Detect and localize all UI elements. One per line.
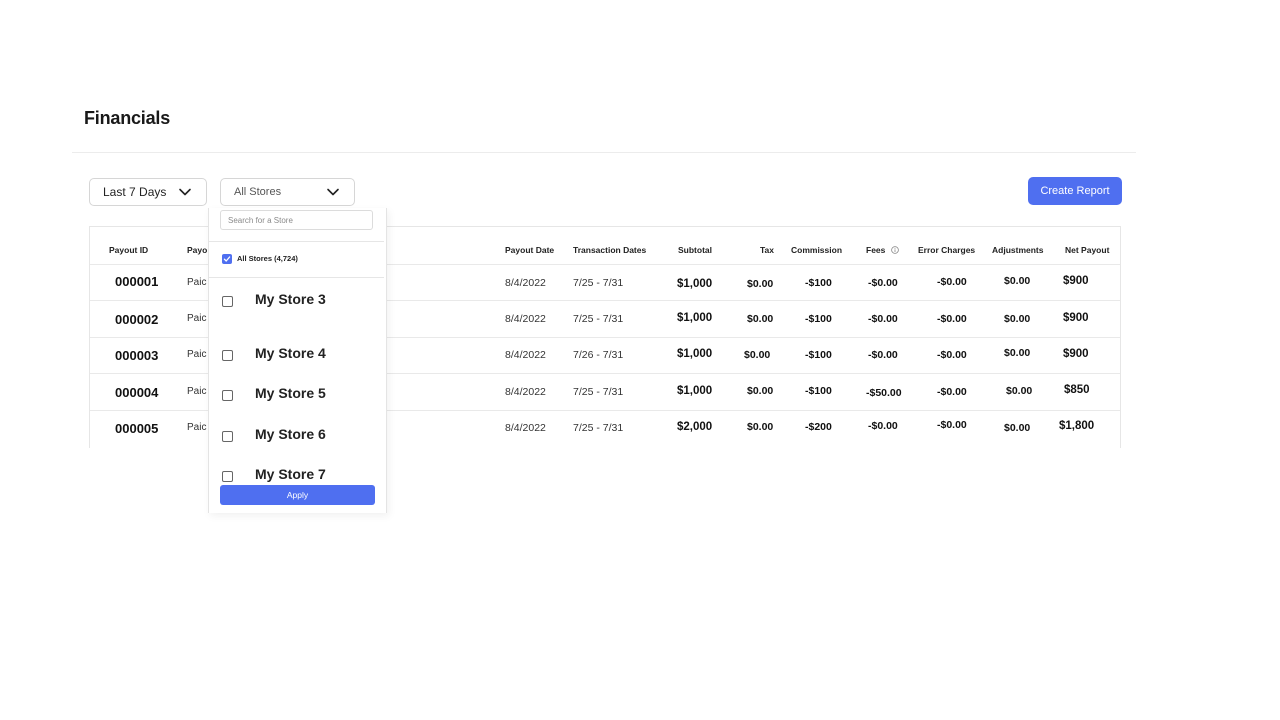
payout-status: Paic <box>187 349 207 360</box>
store-option[interactable]: My Store 6 <box>209 423 384 453</box>
store-label: My Store 3 <box>255 291 326 307</box>
fees: -$0.00 <box>868 313 898 325</box>
commission: -$100 <box>805 277 832 289</box>
payout-status: Paic <box>187 277 207 288</box>
commission: -$200 <box>805 421 832 433</box>
checkmark-icon <box>223 256 231 262</box>
header-tax[interactable]: Tax <box>760 245 774 255</box>
store-checkbox[interactable] <box>222 350 233 361</box>
adjustments: $0.00 <box>1006 385 1033 397</box>
transaction-dates: 7/25 - 7/31 <box>573 422 624 434</box>
adjustments: $0.00 <box>1004 275 1031 287</box>
header-subtotal[interactable]: Subtotal <box>678 245 712 255</box>
all-stores-checkbox[interactable] <box>222 254 232 264</box>
payout-id: 000001 <box>115 274 159 289</box>
transaction-dates: 7/25 - 7/31 <box>573 313 624 325</box>
adjustments: $0.00 <box>1004 347 1031 359</box>
fees: -$50.00 <box>866 387 902 399</box>
apply-button[interactable]: Apply <box>220 485 375 505</box>
tax: $0.00 <box>747 421 774 433</box>
store-label: My Store 6 <box>255 426 326 442</box>
tax: $0.00 <box>744 349 771 361</box>
subtotal: $1,000 <box>677 312 713 324</box>
store-option[interactable]: My Store 4 <box>209 342 384 372</box>
fees: -$0.00 <box>868 349 898 361</box>
header-status[interactable]: Payo <box>187 245 207 255</box>
adjustments: $0.00 <box>1004 313 1031 325</box>
header-payout-date[interactable]: Payout Date <box>505 245 554 255</box>
payout-id: 000002 <box>115 312 159 327</box>
subtotal: $1,000 <box>677 385 713 397</box>
store-label: My Store 5 <box>255 385 326 401</box>
error-charges: -$0.00 <box>937 386 967 398</box>
store-checkbox[interactable] <box>222 471 233 482</box>
all-stores-label: All Stores (4,724) <box>237 254 298 263</box>
store-label: My Store 4 <box>255 345 326 361</box>
net-payout: $900 <box>1063 348 1089 360</box>
header-error-charges[interactable]: Error Charges <box>918 245 975 255</box>
chevron-down-icon <box>327 188 339 196</box>
adjustments: $0.00 <box>1004 422 1031 434</box>
error-charges: -$0.00 <box>937 419 967 431</box>
payout-status: Paic <box>187 422 207 433</box>
store-option[interactable]: My Store 3 <box>209 288 384 318</box>
date-range-dropdown[interactable]: Last 7 Days <box>89 178 207 206</box>
tax: $0.00 <box>747 313 774 325</box>
payout-date: 8/4/2022 <box>505 349 546 361</box>
store-dropdown-panel: All Stores (4,724) My Store 3 My Store 4… <box>208 208 387 513</box>
payout-date: 8/4/2022 <box>505 313 546 325</box>
store-checkbox[interactable] <box>222 296 233 307</box>
tax: $0.00 <box>747 278 774 290</box>
create-report-button[interactable]: Create Report <box>1028 177 1122 205</box>
payout-id: 000005 <box>115 421 159 436</box>
dropdown-divider <box>209 277 384 278</box>
store-checkbox[interactable] <box>222 390 233 401</box>
payout-status: Paic <box>187 386 207 397</box>
store-option[interactable]: My Store 5 <box>209 382 384 412</box>
page-title: Financials <box>84 108 171 128</box>
store-search-input[interactable] <box>220 210 373 230</box>
payout-status: Paic <box>187 313 207 324</box>
payout-date: 8/4/2022 <box>505 277 546 289</box>
header-transaction-dates[interactable]: Transaction Dates <box>573 245 646 255</box>
subtotal: $2,000 <box>677 421 713 433</box>
header-net-payout[interactable]: Net Payout <box>1065 245 1109 255</box>
store-dropdown[interactable]: All Stores <box>220 178 355 206</box>
date-range-label: Last 7 Days <box>103 185 167 199</box>
commission: -$100 <box>805 313 832 325</box>
transaction-dates: 7/25 - 7/31 <box>573 386 624 398</box>
header-payout-id[interactable]: Payout ID <box>109 245 148 255</box>
payout-date: 8/4/2022 <box>505 386 546 398</box>
header-fees-label: Fees <box>866 245 886 255</box>
transaction-dates: 7/26 - 7/31 <box>573 349 624 361</box>
store-label: My Store 7 <box>255 466 326 482</box>
header-divider <box>72 152 1136 153</box>
net-payout: $1,800 <box>1059 420 1095 432</box>
transaction-dates: 7/25 - 7/31 <box>573 277 624 289</box>
net-payout: $850 <box>1064 384 1090 396</box>
fees: -$0.00 <box>868 420 898 432</box>
header-adjustments[interactable]: Adjustments <box>992 245 1043 255</box>
commission: -$100 <box>805 385 832 397</box>
subtotal: $1,000 <box>677 278 713 290</box>
net-payout: $900 <box>1063 275 1089 287</box>
fees: -$0.00 <box>868 277 898 289</box>
store-dropdown-label: All Stores <box>234 186 282 198</box>
error-charges: -$0.00 <box>937 349 967 361</box>
payout-id: 000003 <box>115 348 159 363</box>
net-payout: $900 <box>1063 312 1089 324</box>
subtotal: $1,000 <box>677 348 713 360</box>
chevron-down-icon <box>179 188 191 196</box>
store-checkbox[interactable] <box>222 431 233 442</box>
payout-id: 000004 <box>115 385 159 400</box>
dropdown-divider <box>209 241 384 242</box>
header-commission[interactable]: Commission <box>791 245 842 255</box>
tax: $0.00 <box>747 385 774 397</box>
error-charges: -$0.00 <box>937 313 967 325</box>
header-fees[interactable]: Fees <box>866 245 899 255</box>
info-icon[interactable] <box>890 246 899 254</box>
error-charges: -$0.00 <box>937 276 967 288</box>
commission: -$100 <box>805 349 832 361</box>
payout-date: 8/4/2022 <box>505 422 546 434</box>
